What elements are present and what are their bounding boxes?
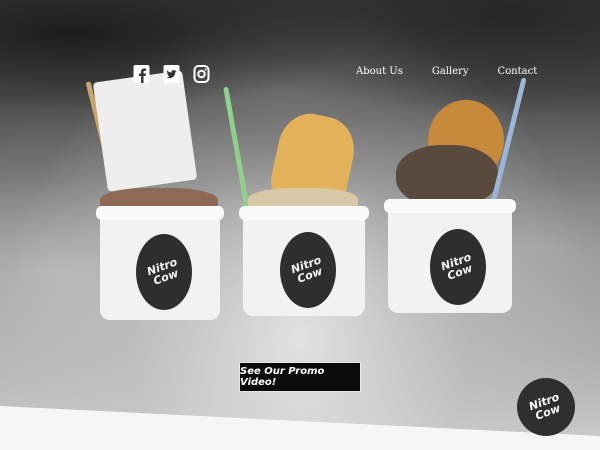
footer-logo-text: Nitro Cow <box>527 390 563 423</box>
nav-contact[interactable]: Contact <box>498 66 538 77</box>
footer-logo: Nitro Cow <box>517 378 575 436</box>
cup-logo-text: Nitro Cow <box>289 253 325 286</box>
instagram-icon[interactable] <box>193 64 210 84</box>
cup-logo: Nitro Cow <box>280 232 336 308</box>
cup-rim <box>96 206 224 220</box>
social-links <box>133 64 210 84</box>
section-divider <box>0 406 600 450</box>
cup-rim <box>239 206 369 220</box>
nav-about-us[interactable]: About Us <box>356 66 403 77</box>
smores-topping <box>396 145 498 207</box>
ice-cream-cup: Nitro Cow <box>384 199 516 313</box>
ice-cream-cup: Nitro Cow <box>96 206 224 320</box>
hero-section: Nitro Cow Nitro Cow Nitro Cow About Us G… <box>0 0 600 450</box>
cup-logo-text: Nitro Cow <box>145 255 181 288</box>
cup-logo: Nitro Cow <box>430 229 486 305</box>
waffle-topping <box>92 70 198 192</box>
facebook-icon[interactable] <box>133 64 150 84</box>
main-nav: About Us Gallery Contact <box>356 66 537 77</box>
nav-gallery[interactable]: Gallery <box>432 66 469 77</box>
cup-rim <box>384 199 516 213</box>
twitter-icon[interactable] <box>163 64 180 84</box>
promo-video-button[interactable]: See Our Promo Video! <box>239 362 361 392</box>
cup-logo-text: Nitro Cow <box>439 250 475 283</box>
cup-logo: Nitro Cow <box>136 234 192 310</box>
ice-cream-cup: Nitro Cow <box>239 206 369 316</box>
